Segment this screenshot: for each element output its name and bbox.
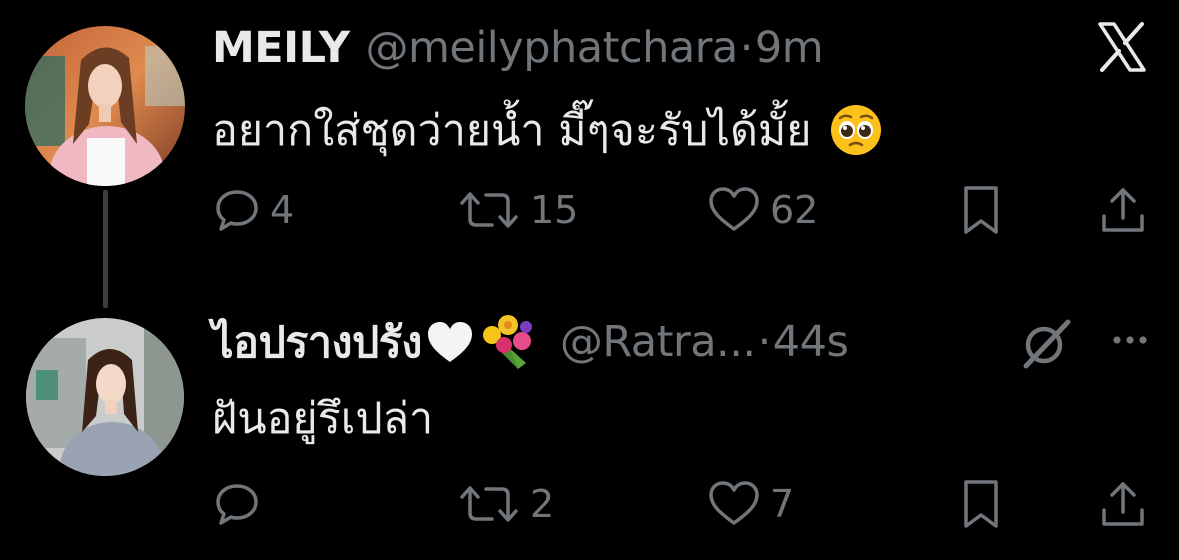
tweet-header: MEILY @meilyphatchara · 9m [212, 20, 824, 76]
share-button[interactable] [1098, 184, 1148, 236]
like-button[interactable]: 7 [706, 478, 794, 530]
tweet-header: ไอปรางปรัง @Ratra... · 44s [212, 313, 849, 371]
reply-icon [212, 185, 262, 235]
reply-icon [212, 479, 262, 529]
share-button[interactable] [1098, 478, 1148, 530]
avatar[interactable] [26, 318, 184, 476]
author-handle[interactable]: @meilyphatchara [366, 23, 739, 73]
grok-icon[interactable] [1018, 318, 1074, 374]
reply-button[interactable] [212, 478, 270, 530]
retweet-icon [456, 479, 522, 529]
white-heart-emoji [426, 320, 474, 364]
share-icon [1098, 184, 1148, 236]
avatar[interactable] [25, 26, 185, 186]
heart-icon [706, 479, 762, 529]
tweet-text-content: ฝันอยู่รึเปล่า [212, 394, 434, 444]
bouquet-emoji [478, 313, 542, 371]
separator-dot: · [739, 23, 754, 73]
retweet-button[interactable]: 2 [456, 478, 554, 530]
bookmark-button[interactable] [958, 184, 1004, 236]
bookmark-button[interactable] [958, 478, 1004, 530]
x-logo-icon[interactable] [1096, 22, 1148, 76]
retweet-count: 2 [530, 482, 555, 526]
like-button[interactable]: 62 [706, 184, 818, 236]
retweet-button[interactable]: 15 [456, 184, 578, 236]
author-name[interactable]: ไอปรางปรัง [212, 308, 422, 376]
tweet-text: ฝันอยู่รึเปล่า [212, 388, 433, 448]
tweet-text: อยากใส่ชุดว่ายน้ำ มี๊ๆจะรับได้มั้ย [212, 100, 883, 160]
reply-count: 4 [270, 188, 295, 232]
tweet-text-content: อยากใส่ชุดว่ายน้ำ มี๊ๆจะรับได้มั้ย [212, 106, 812, 156]
pleading-face-emoji [829, 103, 883, 157]
heart-icon [706, 185, 762, 235]
retweet-icon [456, 185, 522, 235]
thread-line [103, 190, 108, 308]
like-count: 7 [770, 482, 795, 526]
author-name[interactable]: MEILY [212, 23, 350, 73]
author-handle[interactable]: @Ratra... [560, 317, 756, 367]
bookmark-icon [958, 184, 1004, 236]
retweet-count: 15 [530, 188, 579, 232]
timestamp[interactable]: 9m [755, 23, 824, 73]
bookmark-icon [958, 478, 1004, 530]
more-icon[interactable] [1112, 332, 1148, 352]
separator-dot: · [757, 317, 772, 367]
share-icon [1098, 478, 1148, 530]
timestamp[interactable]: 44s [773, 317, 849, 367]
reply-button[interactable]: 4 [212, 184, 294, 236]
like-count: 62 [770, 188, 819, 232]
